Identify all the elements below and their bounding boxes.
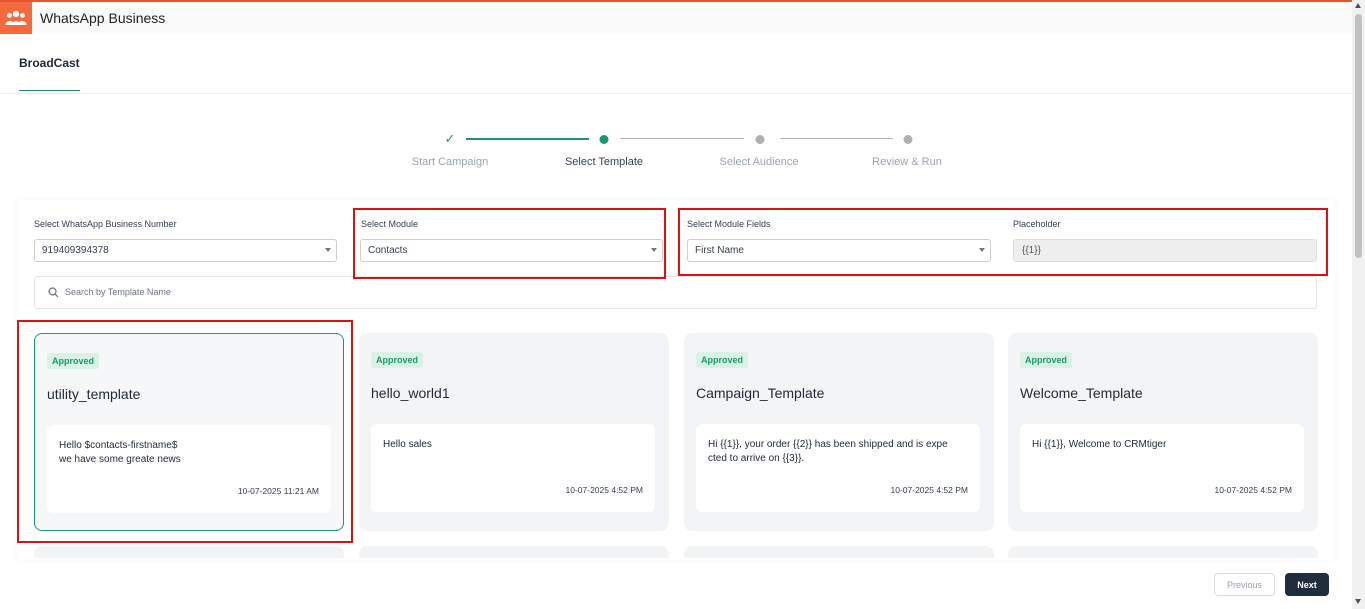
users-group-icon[interactable] <box>0 2 32 34</box>
status-badge: Approved <box>371 352 424 368</box>
step-label-start-campaign[interactable]: Start Campaign <box>412 156 488 168</box>
template-preview: Hi {{1}}, Welcome to CRMtiger 10-07-2025… <box>1020 424 1304 512</box>
status-badge: Approved <box>696 352 749 368</box>
step-dot <box>903 135 913 144</box>
business-number-value: 919409394378 <box>42 245 109 256</box>
template-timestamp: 10-07-2025 4:52 PM <box>1214 485 1293 495</box>
app-title: WhatsApp Business <box>40 10 166 26</box>
step-connector <box>466 138 589 140</box>
template-body: Hi {{1}}, Welcome to CRMtiger <box>1032 439 1167 450</box>
template-body: Hi {{1}}, your order {{2}} has been ship… <box>708 439 948 464</box>
campaign-stepper: ✓ Start Campaign Select Template Select … <box>0 128 1352 178</box>
business-number-label: Select WhatsApp Business Number <box>34 219 177 229</box>
template-body: Hello sales <box>383 439 432 450</box>
highlight-box-module <box>353 208 666 279</box>
step-connector <box>780 138 893 139</box>
step-label-select-audience[interactable]: Select Audience <box>720 156 799 168</box>
scroll-thumb[interactable] <box>1355 14 1362 258</box>
step-connector <box>620 138 744 139</box>
check-icon: ✓ <box>444 131 456 146</box>
template-card-hello-world1[interactable]: Approved hello_world1 Hello sales 10-07-… <box>359 333 669 531</box>
template-preview: Hi {{1}}, your order {{2}} has been ship… <box>696 424 980 512</box>
template-preview: Hello sales 10-07-2025 4:52 PM <box>371 424 655 512</box>
next-button[interactable]: Next <box>1285 573 1329 596</box>
template-card-partial[interactable] <box>34 546 344 558</box>
template-search-input[interactable]: Search by Template Name <box>34 276 1317 309</box>
template-card-campaign-template[interactable]: Approved Campaign_Template Hi {{1}}, you… <box>684 333 994 531</box>
search-placeholder: Search by Template Name <box>65 287 171 297</box>
template-name: hello_world1 <box>371 385 450 401</box>
highlight-box-fields <box>678 208 1328 276</box>
template-timestamp: 10-07-2025 4:52 PM <box>565 485 644 495</box>
top-bar: WhatsApp Business <box>0 0 1352 34</box>
step-label-select-template[interactable]: Select Template <box>565 156 643 168</box>
template-timestamp: 10-07-2025 4:52 PM <box>890 485 969 495</box>
scroll-up-arrow-icon[interactable] <box>1355 3 1361 8</box>
app-root: WhatsApp Business BroadCast ✓ Start Camp… <box>0 0 1365 609</box>
previous-button[interactable]: Previous <box>1214 573 1275 596</box>
template-name: Welcome_Template <box>1020 385 1143 401</box>
template-name: Campaign_Template <box>696 385 825 401</box>
template-card-partial[interactable] <box>684 546 994 558</box>
business-number-select[interactable]: 919409394378 <box>34 239 337 262</box>
template-card-welcome-template[interactable]: Approved Welcome_Template Hi {{1}}, Welc… <box>1008 333 1318 531</box>
search-icon <box>48 287 59 298</box>
scroll-down-arrow-icon[interactable] <box>1355 599 1361 604</box>
status-badge: Approved <box>1020 352 1073 368</box>
page-scrollbar[interactable] <box>1352 0 1365 609</box>
tab-broadcast[interactable]: BroadCast <box>19 56 80 91</box>
step-dot-active <box>599 135 609 144</box>
template-card-partial[interactable] <box>1008 546 1318 558</box>
tab-bar: BroadCast <box>0 34 1352 94</box>
template-card-partial[interactable] <box>359 546 669 558</box>
step-label-review-run[interactable]: Review & Run <box>872 156 942 168</box>
chevron-down-icon <box>325 248 331 252</box>
step-dot <box>755 135 765 144</box>
highlight-box-selected-card <box>17 320 353 543</box>
